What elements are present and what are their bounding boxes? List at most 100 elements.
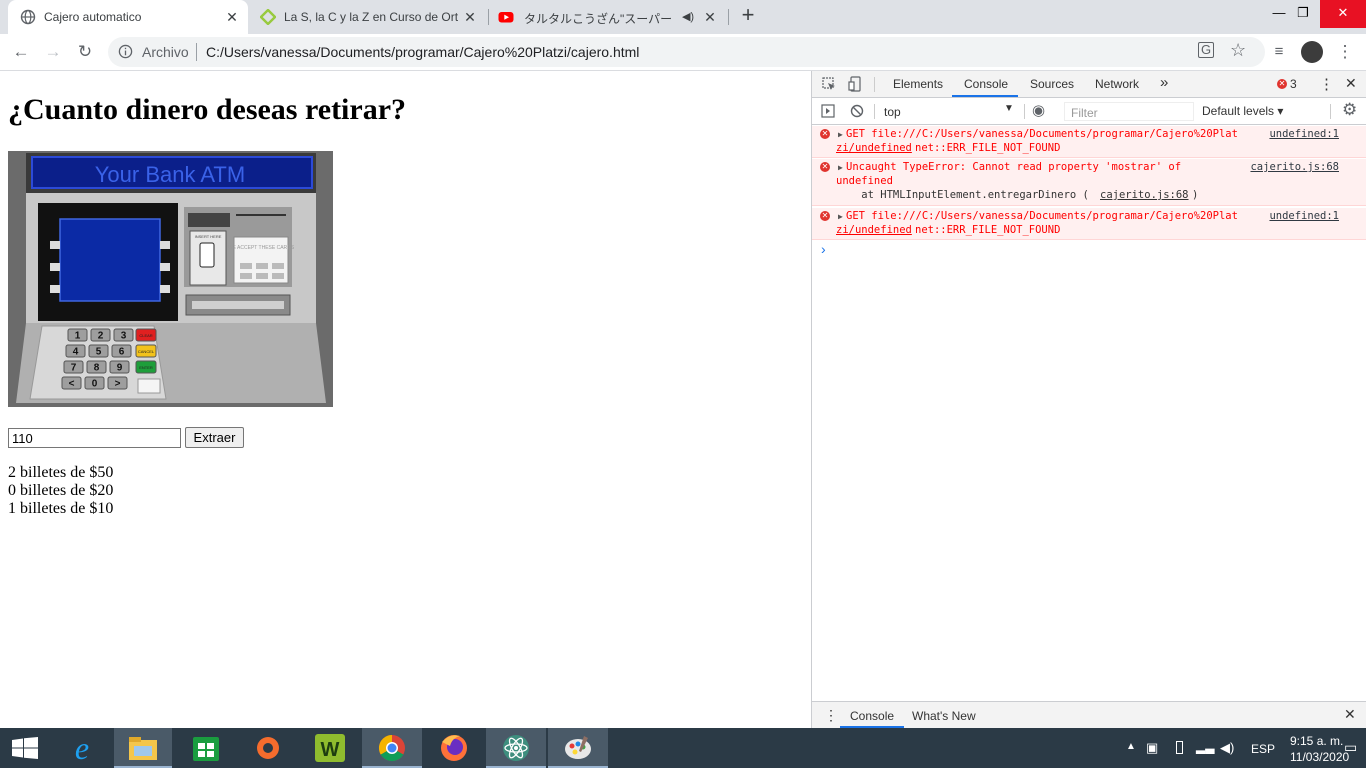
error-text: GET file:///C:/Users/vanessa/Documents/p… [846, 210, 1238, 222]
drawer-tab-console[interactable]: Console [850, 709, 894, 723]
tab-console[interactable]: Console [964, 77, 1008, 91]
address-bar[interactable]: Archivo C:/Users/vanessa/Documents/progr… [108, 37, 1265, 67]
atom-icon[interactable] [486, 728, 546, 768]
eye-icon[interactable]: ◉ [1032, 101, 1045, 119]
network-warning-icon[interactable]: ▣ [1146, 740, 1158, 756]
atm-key-label: 0 [92, 379, 98, 390]
close-devtools-icon[interactable]: ✕ [1345, 75, 1357, 92]
file-explorer-icon[interactable] [114, 728, 172, 768]
console-settings-gear-icon[interactable]: ⚙ [1342, 100, 1357, 120]
error-link[interactable]: zi/undefined [836, 141, 912, 155]
tab-strip: Cajero automatico ✕ La S, la C y la Z en… [0, 0, 1366, 34]
internet-explorer-icon[interactable]: e [52, 728, 112, 768]
context-dropdown-icon[interactable]: ▼ [1004, 103, 1014, 114]
close-tab-icon[interactable]: ✕ [462, 9, 478, 25]
speaker-icon[interactable]: ◀) [680, 9, 696, 25]
devtools-tabbar: Elements Console Sources Network » ✕ 3 ⋮… [812, 71, 1366, 98]
origin-icon[interactable] [238, 728, 298, 768]
context-select[interactable]: top [884, 105, 901, 119]
info-icon [118, 44, 133, 59]
error-count[interactable]: 3 [1290, 77, 1297, 91]
store-icon[interactable] [176, 728, 236, 768]
tab-title: タルタルこうざん"スーパードンキー [524, 12, 674, 26]
back-arrow-icon[interactable]: ← [10, 41, 32, 63]
devtools-menu-icon[interactable]: ⋮ [1319, 75, 1334, 93]
result-line-10: 1 billetes de $10 [8, 500, 114, 517]
atm-image: Your Bank ATM INSERT HERE WE ACCEPT THES… [8, 151, 333, 407]
paint-icon[interactable] [548, 728, 608, 768]
extract-button[interactable]: Extraer [185, 427, 244, 448]
tab-elements[interactable]: Elements [893, 77, 943, 91]
tab-cajero[interactable]: Cajero automatico ✕ [8, 0, 248, 34]
more-tabs-icon[interactable]: » [1160, 74, 1168, 91]
expand-triangle-icon[interactable]: ▶ [838, 161, 843, 175]
winamp-icon[interactable]: W [300, 728, 360, 768]
amount-input[interactable] [8, 428, 181, 448]
bookmark-star-icon[interactable]: ☆ [1230, 40, 1246, 61]
forward-arrow-icon[interactable]: → [42, 41, 64, 63]
error-source-link[interactable]: undefined:1 [1269, 209, 1339, 223]
error-link[interactable]: zi/undefined [836, 223, 912, 237]
atm-key-label: 9 [117, 363, 123, 374]
error-text: Uncaught TypeError: Cannot read property… [846, 161, 1182, 173]
notifications-icon[interactable]: ▭ [1344, 739, 1357, 756]
cards-label: WE ACCEPT THESE CARDS [228, 245, 295, 251]
close-tab-icon[interactable]: ✕ [224, 9, 240, 25]
battery-icon[interactable] [1176, 741, 1183, 754]
filter-input[interactable]: Filter [1064, 102, 1194, 121]
url-text[interactable]: C:/Users/vanessa/Documents/programar/Caj… [206, 44, 639, 60]
atm-key-label: 8 [94, 363, 100, 374]
error-source-link[interactable]: cajerito.js:68 [1250, 160, 1339, 174]
inspect-element-icon[interactable] [822, 77, 836, 91]
result-line-50: 2 billetes de $50 [8, 464, 114, 481]
error-text: net::ERR_FILE_NOT_FOUND [915, 224, 1061, 236]
tab-sources[interactable]: Sources [1030, 77, 1074, 91]
sidebar-toggle-icon[interactable] [821, 104, 835, 118]
insert-label: INSERT HERE [195, 234, 222, 239]
result-line-20: 0 billetes de $20 [8, 482, 114, 499]
tab-youtube[interactable]: タルタルこうざん"スーパードンキー ◀) ✕ [488, 0, 728, 34]
close-drawer-icon[interactable]: ✕ [1344, 706, 1356, 723]
svg-text:W: W [321, 739, 340, 761]
close-window-button[interactable]: ✕ [1320, 0, 1366, 28]
atm-key-label: > [115, 379, 121, 390]
console-error: ✕ ▶ GET file:///C:/Users/vanessa/Documen… [812, 208, 1366, 240]
levels-dropdown[interactable]: Default levels ▾ [1202, 104, 1283, 118]
volume-icon[interactable]: ◀) [1220, 740, 1234, 756]
clock-time[interactable]: 9:15 a. m. [1290, 734, 1343, 748]
translate-icon[interactable]: G [1198, 42, 1214, 58]
console-prompt-icon[interactable]: › [821, 241, 826, 257]
atm-key-label: 1 [75, 331, 81, 342]
new-tab-button[interactable]: + [736, 4, 760, 28]
devtools-divider [874, 77, 875, 92]
close-tab-icon[interactable]: ✕ [702, 9, 718, 25]
signal-icon[interactable]: ▂▃ [1196, 740, 1214, 754]
scheme-label: Archivo [142, 44, 189, 60]
atm-side-key-label: ENTER [139, 365, 153, 370]
device-toolbar-icon[interactable] [848, 76, 862, 92]
drawer-menu-icon[interactable]: ⋮ [824, 707, 838, 724]
expand-triangle-icon[interactable]: ▶ [838, 210, 843, 224]
avatar[interactable] [1301, 41, 1323, 63]
atm-side-key-label: CANCEL [138, 349, 155, 354]
tab-platzi[interactable]: La S, la C y la Z en Curso de Ortog ✕ [248, 0, 488, 34]
error-icon: ✕ [820, 211, 830, 221]
error-link[interactable]: cajerito.js:68 [1100, 188, 1189, 202]
show-hidden-icons-icon[interactable]: ▲ [1126, 741, 1136, 752]
expand-triangle-icon[interactable]: ▶ [838, 128, 843, 142]
clear-console-icon[interactable] [850, 104, 864, 118]
devtools-divider [874, 104, 875, 119]
firefox-icon[interactable] [424, 728, 484, 768]
windows-start-icon[interactable] [12, 737, 38, 759]
atm-brand-text: Your Bank ATM [95, 162, 245, 187]
language-indicator[interactable]: ESP [1251, 742, 1275, 756]
error-source-link[interactable]: undefined:1 [1269, 127, 1339, 141]
reload-icon[interactable]: ↻ [74, 41, 96, 63]
error-count-icon: ✕ [1277, 79, 1287, 89]
media-queue-icon[interactable]: ≡ [1268, 41, 1290, 63]
clock-date[interactable]: 11/03/2020 [1290, 750, 1349, 764]
menu-dots-icon[interactable]: ⋮ [1334, 41, 1356, 63]
tab-network[interactable]: Network [1095, 77, 1139, 91]
drawer-tab-whats-new[interactable]: What's New [912, 709, 976, 723]
chrome-icon[interactable] [362, 728, 422, 768]
